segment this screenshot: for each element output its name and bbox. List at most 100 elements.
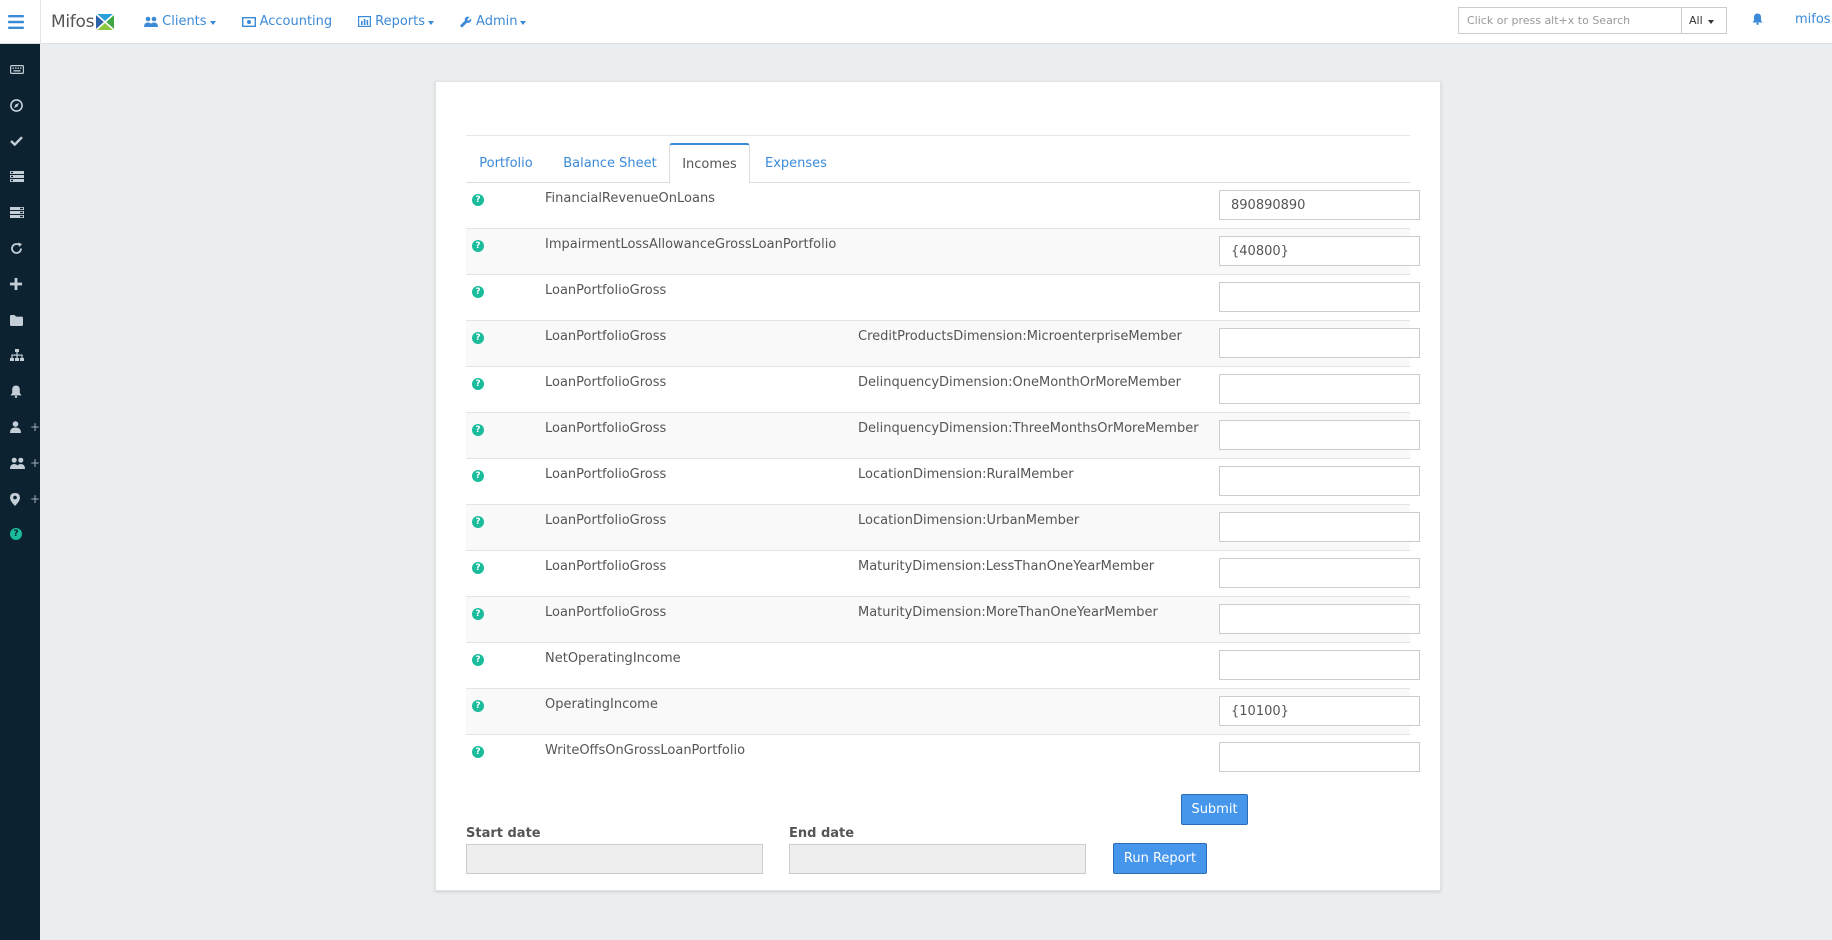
sidebar-create-center[interactable]: + [0, 485, 40, 513]
nav-accounting[interactable]: Accounting [241, 14, 332, 29]
question-circle-icon[interactable]: ? [472, 746, 484, 758]
question-circle-icon[interactable]: ? [472, 608, 484, 620]
notifications-bell-icon[interactable] [1752, 13, 1763, 29]
mapping-input[interactable] [1219, 466, 1420, 496]
mapping-input[interactable] [1219, 328, 1420, 358]
sidebar-create[interactable] [0, 270, 40, 298]
table-row: ? LoanPortfolioGross MaturityDimension:M… [466, 597, 1420, 643]
question-circle-icon[interactable]: ? [472, 516, 484, 528]
mapping-input[interactable] [1219, 236, 1420, 266]
sidebar-notifications[interactable] [0, 377, 40, 405]
sitemap-icon [10, 349, 24, 361]
question-circle-icon[interactable]: ? [472, 562, 484, 574]
dimension-label: LocationDimension:UrbanMember [858, 513, 1080, 528]
sidebar-navigation[interactable] [0, 91, 40, 119]
user-menu[interactable]: mifos [1795, 12, 1832, 27]
mapping-input[interactable] [1219, 374, 1420, 404]
users-icon [144, 16, 159, 27]
tab-expenses[interactable]: Expenses [750, 143, 842, 183]
income-mapping-table: ? FinancialRevenueOnLoans ? ImpairmentLo… [466, 183, 1420, 781]
sidebar-create-client[interactable]: + [0, 413, 40, 441]
table-row: ? ImpairmentLossAllowanceGrossLoanPortfo… [466, 229, 1420, 275]
start-date-label: Start date [466, 826, 541, 841]
run-report-button[interactable]: Run Report [1113, 843, 1207, 874]
question-circle-icon[interactable]: ? [472, 424, 484, 436]
start-date-input[interactable] [466, 844, 763, 874]
keyboard-icon [10, 64, 24, 74]
sidebar: + + + ? [0, 44, 40, 940]
map-marker-icon [10, 492, 20, 506]
concept-label: LoanPortfolioGross [545, 513, 667, 528]
question-circle-icon[interactable]: ? [472, 194, 484, 206]
nav-reports[interactable]: Reports [358, 14, 435, 29]
sidebar-create-group[interactable]: + [0, 449, 40, 477]
mifos-logo-icon [96, 13, 115, 30]
mapping-input[interactable] [1219, 604, 1420, 634]
sidebar-tasks[interactable] [0, 162, 40, 190]
sidebar-refresh[interactable] [0, 234, 40, 262]
mapping-input[interactable] [1219, 696, 1420, 726]
mapping-input[interactable] [1219, 650, 1420, 680]
mapping-input[interactable] [1219, 558, 1420, 588]
sidebar-help[interactable]: ? [0, 520, 40, 548]
table-row: ? LoanPortfolioGross [466, 275, 1420, 321]
caret-down-icon [428, 20, 435, 25]
sidebar-checker-inbox[interactable] [0, 127, 40, 155]
table-row: ? NetOperatingIncome [466, 643, 1420, 689]
table-row: ? LoanPortfolioGross CreditProductsDimen… [466, 321, 1420, 367]
nav-clients[interactable]: Clients [144, 14, 216, 29]
dimension-label: DelinquencyDimension:OneMonthOrMoreMembe… [858, 375, 1182, 390]
search-input[interactable] [1458, 7, 1682, 34]
question-circle-icon[interactable]: ? [472, 378, 484, 390]
sidebar-organization[interactable] [0, 341, 40, 369]
tab-incomes[interactable]: Incomes [669, 143, 750, 184]
question-circle-icon[interactable]: ? [472, 700, 484, 712]
concept-label: OperatingIncome [545, 697, 658, 712]
question-circle-icon[interactable]: ? [472, 286, 484, 298]
top-navbar: Mifos Clients Accounting Reports Admin C… [0, 0, 1832, 44]
dimension-label: MaturityDimension:LessThanOneYearMember [858, 559, 1155, 574]
concept-label: WriteOffsOnGrossLoanPortfolio [545, 743, 746, 758]
concept-label: ImpairmentLossAllowanceGrossLoanPortfoli… [545, 237, 837, 252]
table-row: ? LoanPortfolioGross MaturityDimension:L… [466, 551, 1420, 597]
dimension-label: MaturityDimension:MoreThanOneYearMember [858, 605, 1158, 620]
mapping-input[interactable] [1219, 512, 1420, 542]
menu-toggle-icon[interactable] [0, 0, 32, 44]
concept-label: LoanPortfolioGross [545, 421, 667, 436]
table-row: ? LoanPortfolioGross LocationDimension:U… [466, 505, 1420, 551]
sidebar-documents[interactable] [0, 306, 40, 334]
submit-button[interactable]: Submit [1181, 794, 1248, 825]
question-circle-icon[interactable]: ? [472, 240, 484, 252]
user-icon [10, 421, 21, 433]
concept-label: LoanPortfolioGross [545, 605, 667, 620]
mapping-input[interactable] [1219, 742, 1420, 772]
refresh-icon [11, 242, 22, 254]
tab-balance-sheet[interactable]: Balance Sheet [546, 143, 674, 183]
money-icon [241, 16, 256, 27]
brand-logo[interactable]: Mifos [51, 0, 115, 44]
tab-portfolio[interactable]: Portfolio [466, 143, 546, 183]
mapping-input[interactable] [1219, 282, 1420, 312]
bell-icon [10, 385, 22, 398]
bar-chart-icon [358, 16, 372, 27]
question-circle-icon[interactable]: ? [472, 470, 484, 482]
concept-label: LoanPortfolioGross [545, 283, 667, 298]
concept-label: LoanPortfolioGross [545, 375, 667, 390]
nav-admin[interactable]: Admin [460, 14, 527, 29]
plus-icon [10, 278, 22, 290]
concept-label: LoanPortfolioGross [545, 467, 667, 482]
mapping-input[interactable] [1219, 420, 1420, 450]
brand-name: Mifos [51, 11, 95, 32]
concept-label: FinancialRevenueOnLoans [545, 191, 715, 206]
sidebar-keyboard-shortcuts[interactable] [0, 55, 40, 83]
end-date-input[interactable] [789, 844, 1086, 874]
mapping-input[interactable] [1219, 190, 1420, 220]
list-alt-icon [10, 206, 24, 218]
question-circle-icon[interactable]: ? [472, 654, 484, 666]
question-circle-icon[interactable]: ? [472, 332, 484, 344]
caret-down-icon [1707, 19, 1714, 24]
sidebar-collection-sheet[interactable] [0, 198, 40, 226]
search-scope-select[interactable]: All [1682, 7, 1727, 34]
plus-icon: + [30, 492, 41, 506]
table-row: ? WriteOffsOnGrossLoanPortfolio [466, 735, 1420, 781]
